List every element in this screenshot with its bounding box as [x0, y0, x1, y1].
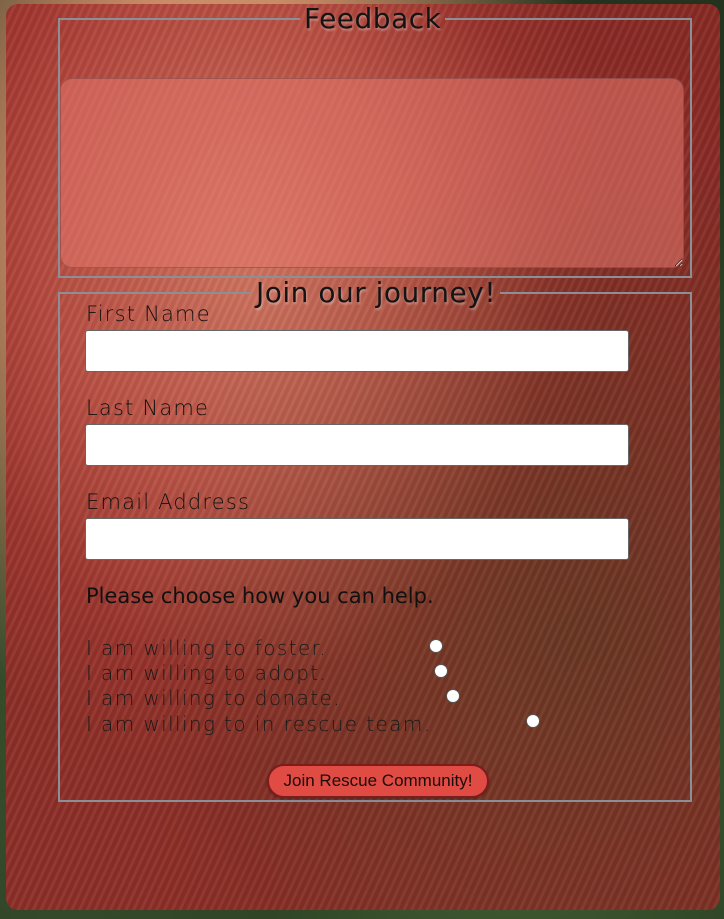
- feedback-textarea[interactable]: [60, 78, 684, 268]
- option-adopt-label: I am willing to adopt.: [86, 661, 328, 685]
- first-name-input[interactable]: [85, 330, 629, 372]
- email-input[interactable]: [85, 518, 629, 560]
- feedback-legend: Feedback: [304, 4, 442, 35]
- option-foster-label: I am willing to foster.: [86, 636, 328, 660]
- option-foster-radio[interactable]: [429, 639, 443, 653]
- help-heading: Please choose how you can help.: [86, 584, 434, 608]
- join-community-button[interactable]: Join Rescue Community!: [267, 764, 489, 798]
- option-donate-radio[interactable]: [446, 689, 460, 703]
- first-name-label: First Name: [86, 302, 211, 326]
- option-rescue-team-radio[interactable]: [526, 714, 540, 728]
- form-panel: Feedback Join our journey! First Name La…: [6, 4, 720, 910]
- option-donate-label: I am willing to donate.: [86, 686, 341, 710]
- option-adopt-radio[interactable]: [434, 664, 448, 678]
- email-label: Email Address: [86, 490, 251, 514]
- last-name-label: Last Name: [86, 396, 210, 420]
- last-name-input[interactable]: [85, 424, 629, 466]
- option-rescue-team-label: I am willing to in rescue team.: [86, 712, 432, 736]
- join-legend: Join our journey!: [256, 276, 497, 309]
